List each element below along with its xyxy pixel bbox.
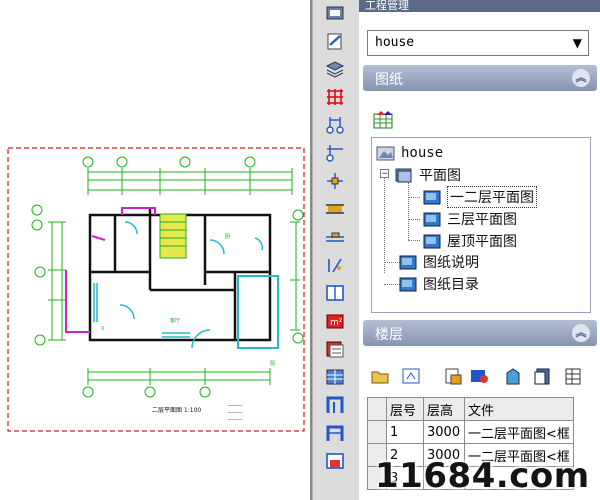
chevron-down-icon: ▼ xyxy=(572,36,582,50)
svg-text:_______: _______ xyxy=(227,415,243,420)
drawing-icon xyxy=(399,277,417,292)
floor-toolbar xyxy=(371,365,596,389)
drawing-icon xyxy=(423,234,441,249)
svg-text:客厅: 客厅 xyxy=(170,317,180,324)
floor-table-icon[interactable] xyxy=(563,365,583,387)
floor-number-cell[interactable]: 1 xyxy=(386,420,424,444)
floor-assemble-icon[interactable] xyxy=(443,365,463,387)
svg-text:X: X xyxy=(101,326,105,332)
floors-section-label: 楼层 xyxy=(375,327,403,343)
building-3d-icon[interactable] xyxy=(503,365,523,387)
drawing-icon xyxy=(423,190,441,205)
toolbar-grid-icon[interactable] xyxy=(321,84,349,110)
drawings-section-header[interactable]: 图纸 ︽ xyxy=(363,65,597,91)
toolbar-frame-icon[interactable] xyxy=(321,392,349,418)
project-icon xyxy=(376,146,395,161)
floors-section-header[interactable]: 楼层 ︽ xyxy=(363,320,597,346)
floor-file-cell[interactable]: 一二层平面图<框 xyxy=(464,420,574,444)
toolbar-table-icon[interactable] xyxy=(321,336,349,362)
toolbar-pencil-icon[interactable] xyxy=(321,0,349,26)
vertical-toolbar: m² xyxy=(312,0,360,500)
drawings-section-label: 图纸 xyxy=(375,72,403,88)
column-header[interactable]: 文件 xyxy=(464,397,574,421)
folder-icon xyxy=(395,168,412,183)
drawing-icon xyxy=(399,255,417,270)
svg-text:阳: 阳 xyxy=(270,360,275,367)
toolbar-layers-icon[interactable] xyxy=(321,56,349,82)
project-dropdown-value: house xyxy=(375,35,415,50)
svg-text:m²: m² xyxy=(330,318,343,328)
toolbar-door-icon[interactable] xyxy=(321,224,349,250)
tree-plan-group[interactable]: 平面图 xyxy=(394,164,461,186)
panel-title: 工程管理 xyxy=(359,0,600,12)
toolbar-room-icon[interactable] xyxy=(321,280,349,306)
tree-other-item[interactable]: 图纸目录 xyxy=(398,273,479,295)
tree-plan-item[interactable]: 一二层平面图 xyxy=(422,186,537,208)
floor-info-icon[interactable] xyxy=(469,365,489,387)
floor-height-cell[interactable]: 3000 xyxy=(423,420,465,444)
project-dropdown[interactable]: house ▼ xyxy=(367,30,589,56)
drawing-tool-icon[interactable] xyxy=(373,110,395,130)
toolbar-wall-icon[interactable] xyxy=(321,196,349,222)
toolbar-section-icon[interactable] xyxy=(321,448,349,474)
svg-text:厨: 厨 xyxy=(225,234,230,240)
drawing-icon xyxy=(423,212,441,227)
toolbar-list-icon[interactable] xyxy=(321,364,349,390)
toolbar-window-icon[interactable] xyxy=(321,252,349,278)
column-header[interactable]: 层号 xyxy=(386,397,424,421)
floor-plan-drawing: 厨 客厅 X 阳 二层平面图 1:100 _______ _______ ___… xyxy=(7,147,305,432)
toolbar-column-icon[interactable] xyxy=(321,168,349,194)
svg-text:_______: _______ xyxy=(227,408,243,413)
toolbar-dimension-icon[interactable] xyxy=(321,140,349,166)
drawings-tree: house − 平面图 一二层平面图 三层平面图 屋顶平面图 图纸说明 图纸目录 xyxy=(371,137,591,313)
toolbar-area-icon[interactable]: m² xyxy=(321,308,349,334)
collapse-icon[interactable]: ︽ xyxy=(572,324,590,342)
toolbar-elevation-icon[interactable] xyxy=(321,420,349,446)
open-folder-icon[interactable] xyxy=(371,365,391,387)
stairs xyxy=(159,213,187,259)
notes-text: _______ _______ _______ xyxy=(227,401,243,420)
svg-text:_______: _______ xyxy=(227,401,243,406)
floor-table-header: 层号 层高 文件 xyxy=(367,397,574,421)
expand-toggle[interactable]: − xyxy=(380,169,389,179)
magenta-outlines xyxy=(65,207,156,333)
project-manager-panel: 工程管理 house ▼ 图纸 ︽ house − 平面图 一二层平面图 三层平… xyxy=(359,0,600,500)
floor-stack-icon[interactable] xyxy=(533,365,553,387)
collapse-icon[interactable]: ︽ xyxy=(572,69,590,87)
balcony xyxy=(237,275,279,349)
tree-plan-item[interactable]: 三层平面图 xyxy=(422,208,517,230)
watermark: 11684.com xyxy=(375,456,590,496)
table-row[interactable]: 1 3000 一二层平面图<框 xyxy=(367,420,574,444)
tree-plan-item[interactable]: 屋顶平面图 xyxy=(422,230,517,252)
drawing-canvas[interactable]: 厨 客厅 X 阳 二层平面图 1:100 _______ _______ ___… xyxy=(0,0,312,500)
toolbar-axis-icon[interactable] xyxy=(321,112,349,138)
column-header[interactable]: 层高 xyxy=(423,397,465,421)
refresh-icon[interactable] xyxy=(401,365,421,387)
toolbar-edit-icon[interactable] xyxy=(321,28,349,54)
tree-root-house[interactable]: house xyxy=(376,142,443,164)
tree-other-item[interactable]: 图纸说明 xyxy=(398,251,479,273)
drawing-caption: 二层平面图 1:100 xyxy=(152,407,201,414)
